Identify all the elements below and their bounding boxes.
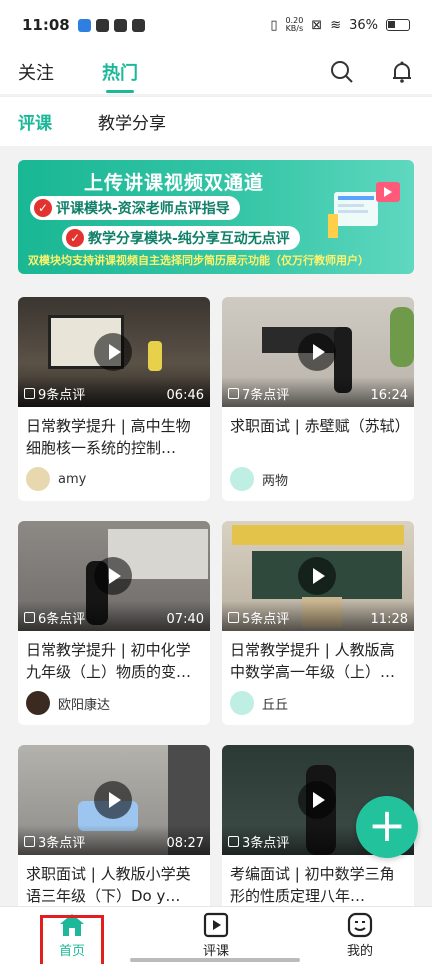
wifi-icon: ≋ <box>330 17 342 33</box>
gesture-bar <box>130 958 300 962</box>
video-duration: 11:28 <box>370 612 408 627</box>
nav-review[interactable]: 评课 <box>144 907 288 964</box>
video-thumbnail[interactable]: 5条点评 11:28 <box>222 521 414 631</box>
profile-icon <box>347 912 373 938</box>
tab-follow[interactable]: 关注 <box>18 59 54 85</box>
battery-icon <box>386 19 410 31</box>
bell-icon[interactable] <box>390 60 414 84</box>
app-notification-icon <box>95 18 109 32</box>
app-notification-icon <box>131 18 145 32</box>
video-duration: 08:27 <box>166 836 204 851</box>
comment-icon <box>228 836 239 847</box>
top-nav: 关注 热门 <box>0 50 432 94</box>
add-button[interactable]: + <box>356 796 418 858</box>
comment-count: 6条点评 <box>24 608 85 627</box>
video-card[interactable]: 9条点评 06:46 日常教学提升 | 高中生物细胞核一系统的控制… amy <box>18 297 210 501</box>
video-duration: 06:46 <box>166 388 204 403</box>
video-title[interactable]: 日常教学提升 | 初中化学九年级（上）物质的变… <box>18 631 210 683</box>
play-icon[interactable] <box>94 557 132 595</box>
play-icon[interactable] <box>298 781 336 819</box>
comment-icon <box>24 836 35 847</box>
system-indicators: ▯ 0.20 KB/s ⊠ ≋ 36% <box>270 17 410 33</box>
video-card[interactable]: 6条点评 07:40 日常教学提升 | 初中化学九年级（上）物质的变… 欧阳康达 <box>18 521 210 725</box>
video-title[interactable]: 求职面试 | 赤壁赋（苏轼） <box>222 407 414 459</box>
search-icon[interactable] <box>330 60 354 84</box>
tab-teaching-share[interactable]: 教学分享 <box>98 109 166 134</box>
author[interactable]: amy <box>18 459 210 499</box>
status-bar: 11:08 ▯ 0.20 KB/s ⊠ ≋ 36% <box>0 0 432 50</box>
battery-percent: 36% <box>349 17 378 33</box>
video-title[interactable]: 日常教学提升 | 人教版高中数学高一年级（上）… <box>222 631 414 683</box>
status-time: 11:08 <box>22 16 70 34</box>
video-title[interactable]: 考编面试 | 初中数学三角形的性质定理八年… <box>222 855 414 907</box>
play-icon[interactable] <box>298 557 336 595</box>
comment-count: 7条点评 <box>228 384 289 403</box>
comment-count: 3条点评 <box>228 832 289 851</box>
comment-count: 5条点评 <box>228 608 289 627</box>
video-duration: 16:24 <box>370 388 408 403</box>
play-icon[interactable] <box>94 333 132 371</box>
video-card[interactable]: 5条点评 11:28 日常教学提升 | 人教版高中数学高一年级（上）… 丘丘 <box>222 521 414 725</box>
app-notification-icon <box>113 18 127 32</box>
upload-illustration-icon <box>328 182 400 238</box>
banner-pill-share: ✓ 教学分享模块-纯分享互动无点评 <box>62 226 300 250</box>
author-name: 两物 <box>262 473 289 489</box>
play-icon[interactable] <box>298 333 336 371</box>
comment-icon <box>24 388 35 399</box>
video-duration: 07:40 <box>166 612 204 627</box>
avatar <box>26 691 50 715</box>
tab-hot[interactable]: 热门 <box>102 59 138 93</box>
author-name: 欧阳康达 <box>58 697 111 713</box>
play-icon[interactable] <box>94 781 132 819</box>
banner-pill-review: ✓ 评课模块-资深老师点评指导 <box>30 196 240 220</box>
avatar <box>230 691 254 715</box>
comment-icon <box>228 612 239 623</box>
plus-icon: + <box>367 798 407 852</box>
avatar <box>26 467 50 491</box>
sub-nav: 评课 教学分享 <box>0 96 432 146</box>
banner-title: 上传讲课视频双通道 <box>84 172 265 194</box>
sim-icon: ⊠ <box>311 17 323 33</box>
network-rate: 0.20 KB/s <box>285 16 304 33</box>
video-thumbnail[interactable]: 3条点评 08:27 <box>18 745 210 855</box>
video-thumbnail[interactable]: 9条点评 06:46 <box>18 297 210 407</box>
avatar <box>230 467 254 491</box>
app-notification-icon <box>77 18 91 32</box>
author-name: 丘丘 <box>262 697 289 713</box>
selection-highlight <box>40 915 104 964</box>
video-card[interactable]: 7条点评 16:24 求职面试 | 赤壁赋（苏轼） 两物 <box>222 297 414 501</box>
comment-count: 3条点评 <box>24 832 85 851</box>
video-title[interactable]: 日常教学提升 | 高中生物细胞核一系统的控制… <box>18 407 210 459</box>
nav-mine[interactable]: 我的 <box>288 907 432 964</box>
tab-review[interactable]: 评课 <box>18 109 52 134</box>
comment-count: 9条点评 <box>24 384 85 403</box>
vibrate-icon: ▯ <box>270 17 278 33</box>
author[interactable]: 欧阳康达 <box>18 683 210 723</box>
notification-icons <box>77 18 145 32</box>
video-icon <box>203 912 229 938</box>
author[interactable]: 两物 <box>222 459 414 499</box>
comment-icon <box>24 612 35 623</box>
promo-banner[interactable]: 上传讲课视频双通道 ✓ 评课模块-资深老师点评指导 ✓ 教学分享模块-纯分享互动… <box>18 160 414 274</box>
comment-icon <box>228 388 239 399</box>
banner-note: 双模块均支持讲课视频自主选择同步简历展示功能（仅万行教师用户） <box>28 254 369 267</box>
video-title[interactable]: 求职面试 | 人教版小学英语三年级（下）Do y… <box>18 855 210 907</box>
author-name: amy <box>58 471 87 487</box>
video-thumbnail[interactable]: 7条点评 16:24 <box>222 297 414 407</box>
check-icon: ✓ <box>66 229 84 247</box>
video-thumbnail[interactable]: 6条点评 07:40 <box>18 521 210 631</box>
check-icon: ✓ <box>34 199 52 217</box>
author[interactable]: 丘丘 <box>222 683 414 723</box>
